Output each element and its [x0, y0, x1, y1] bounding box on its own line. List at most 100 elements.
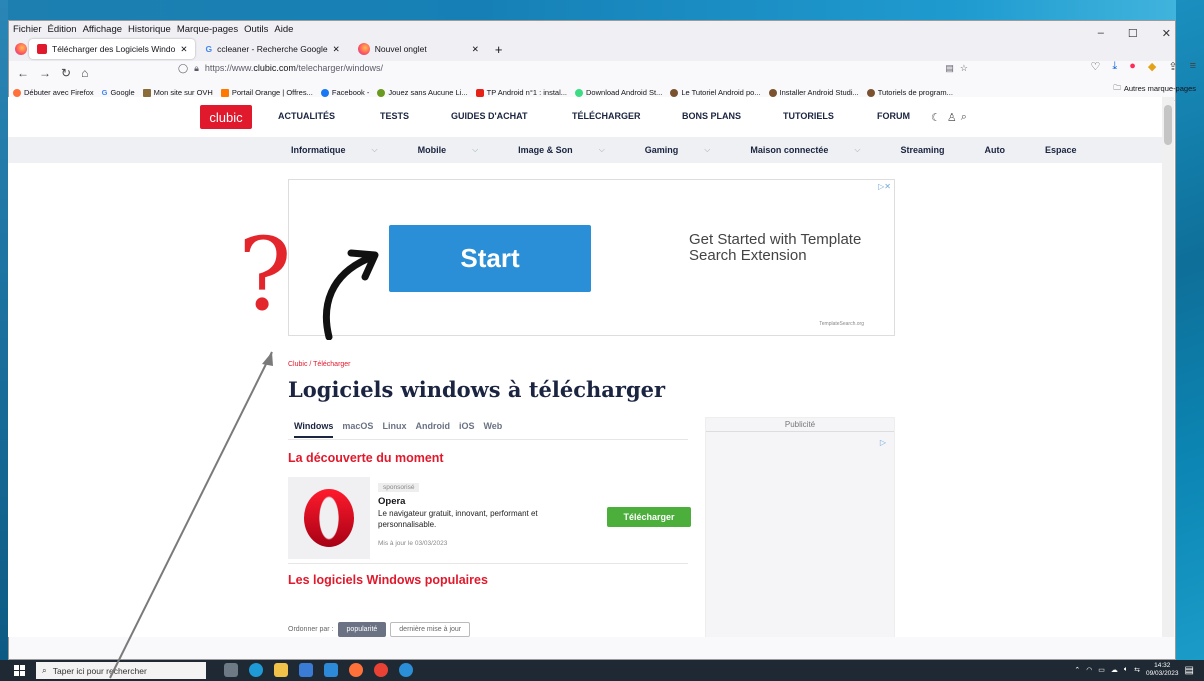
- download-icon[interactable]: ⤓: [1112, 60, 1117, 73]
- bookmark-item[interactable]: G Google: [102, 88, 135, 97]
- theme-toggle-icon[interactable]: ☾: [931, 111, 941, 124]
- tab-clubic[interactable]: Télécharger des Logiciels Windo ✕: [29, 39, 196, 59]
- bookmark-item[interactable]: Installer Android Studi...: [768, 88, 859, 97]
- sort-updated-button[interactable]: dernière mise à jour: [390, 622, 471, 637]
- subnav-auto[interactable]: Auto: [984, 145, 1025, 155]
- user-icon[interactable]: ♙: [947, 111, 957, 124]
- url-bar[interactable]: ◯ 🔒︎ https://www.clubic.com/telecharger/…: [178, 58, 968, 78]
- subnav-maison[interactable]: Maison connectée ⌵: [750, 145, 880, 155]
- bookmark-item[interactable]: Download Android St...: [575, 88, 662, 97]
- sidebar-ad[interactable]: Publicité ▷: [705, 417, 895, 637]
- firefox-icon[interactable]: [349, 663, 363, 677]
- search-icon[interactable]: ⌕: [961, 111, 967, 124]
- onedrive-icon[interactable]: ☁: [1111, 666, 1118, 674]
- reload-icon[interactable]: ↻: [61, 66, 71, 80]
- bookmark-item[interactable]: Portail Orange | Offres...: [220, 88, 313, 97]
- shield-icon[interactable]: ◯: [178, 63, 188, 74]
- nav-actualites[interactable]: ACTUALITÉS: [278, 111, 380, 124]
- subnav-informatique[interactable]: Informatique ⌵: [291, 145, 398, 155]
- ad-banner[interactable]: ▷✕ Start Get Started with Template Searc…: [288, 179, 895, 340]
- app-icon[interactable]: [399, 663, 413, 677]
- back-icon[interactable]: ←: [17, 66, 29, 80]
- lock-icon[interactable]: 🔒︎: [194, 63, 199, 74]
- network-icon[interactable]: ◠: [1086, 666, 1092, 674]
- bookmark-item[interactable]: Tutoriels de program...: [866, 88, 953, 97]
- tab-macos[interactable]: macOS: [342, 421, 373, 438]
- share-icon[interactable]: ⇪: [1168, 60, 1177, 73]
- subnav-gaming[interactable]: Gaming ⌵: [645, 145, 731, 155]
- url-text[interactable]: https://www.clubic.com/telecharger/windo…: [205, 63, 383, 73]
- windows-start-icon[interactable]: [14, 665, 25, 676]
- file-explorer-icon[interactable]: [274, 663, 288, 677]
- nav-tutoriels[interactable]: TUTORIELS: [783, 111, 877, 124]
- menu-icon[interactable]: ≡: [1190, 60, 1196, 73]
- bookmark-item[interactable]: TP Android n°1 : instal...: [475, 88, 567, 97]
- nav-guides[interactable]: GUIDES D'ACHAT: [451, 111, 572, 124]
- adchoices-icon[interactable]: ▷✕: [878, 182, 891, 191]
- store-icon[interactable]: [299, 663, 313, 677]
- extension-icon[interactable]: ◆: [1148, 60, 1156, 73]
- battery-icon[interactable]: ▭: [1098, 666, 1105, 674]
- sort-popularity-button[interactable]: popularité: [337, 622, 387, 637]
- subnav-image-son[interactable]: Image & Son ⌵: [518, 145, 625, 155]
- tray-chevron-icon[interactable]: ⌃: [1074, 666, 1080, 674]
- menu-view[interactable]: Affichage: [83, 24, 122, 35]
- tab-close-icon[interactable]: ✕: [472, 44, 479, 55]
- bookmark-item[interactable]: Jouez sans Aucune Li...: [377, 88, 468, 97]
- menu-bookmarks[interactable]: Marque-pages: [177, 24, 238, 35]
- nav-tests[interactable]: TESTS: [380, 111, 451, 124]
- edge-icon[interactable]: [249, 663, 263, 677]
- tab-web[interactable]: Web: [483, 421, 502, 438]
- opera-logo[interactable]: [288, 477, 370, 559]
- subnav-espace[interactable]: Espace: [1045, 145, 1097, 155]
- clubic-logo[interactable]: clubic: [200, 105, 252, 129]
- pocket-icon[interactable]: ♡: [1090, 60, 1100, 73]
- bookmark-item[interactable]: Débuter avec Firefox: [13, 88, 94, 97]
- breadcrumb[interactable]: Clubic / Télécharger: [288, 361, 351, 368]
- nav-telecharger[interactable]: TÉLÉCHARGER: [572, 111, 682, 124]
- tab-windows[interactable]: Windows: [294, 421, 334, 438]
- reader-view-icon[interactable]: ▤: [945, 63, 954, 74]
- menu-history[interactable]: Historique: [128, 24, 171, 35]
- page-scrollbar[interactable]: [1162, 97, 1174, 637]
- other-bookmarks[interactable]: 🗀︎ Autres marque-pages: [1113, 82, 1196, 95]
- subnav-mobile[interactable]: Mobile ⌵: [418, 145, 499, 155]
- clock[interactable]: 14:32 09/03/2023: [1146, 662, 1179, 678]
- system-tray: ⌃ ◠ ▭ ☁ 🔈︎ ⇆ 14:32 09/03/2023 ▤: [1074, 662, 1194, 678]
- new-tab-icon[interactable]: +: [495, 42, 503, 57]
- menu-edit[interactable]: Édition: [48, 24, 77, 35]
- language-icon[interactable]: ⇆: [1134, 666, 1140, 674]
- bookmark-item[interactable]: Mon site sur OVH: [142, 88, 213, 97]
- notification-icon[interactable]: ▤: [1185, 665, 1194, 676]
- subnav-streaming[interactable]: Streaming: [900, 145, 964, 155]
- tab-new[interactable]: Nouvel onglet ✕: [350, 39, 487, 59]
- menu-help[interactable]: Aide: [274, 24, 293, 35]
- forward-icon[interactable]: →: [39, 66, 51, 80]
- bookmark-item[interactable]: Le Tutoriel Android po...: [670, 88, 761, 97]
- tab-close-icon[interactable]: ✕: [333, 44, 340, 55]
- chrome-icon[interactable]: [374, 663, 388, 677]
- nav-bons-plans[interactable]: BONS PLANS: [682, 111, 783, 124]
- task-view-icon[interactable]: [224, 663, 238, 677]
- taskbar-search[interactable]: ⌕ Taper ici pour rechercher: [36, 662, 206, 679]
- download-button[interactable]: Télécharger: [607, 507, 691, 527]
- scrollbar-thumb[interactable]: [1164, 105, 1172, 145]
- mail-icon[interactable]: [324, 663, 338, 677]
- tab-ios[interactable]: iOS: [459, 421, 475, 438]
- home-icon[interactable]: ⌂: [81, 66, 88, 80]
- account-icon[interactable]: ●: [1129, 60, 1136, 73]
- tab-android[interactable]: Android: [415, 421, 450, 438]
- menu-tools[interactable]: Outils: [244, 24, 268, 35]
- ad-start-button[interactable]: Start: [389, 225, 591, 292]
- volume-icon[interactable]: 🔈︎: [1124, 666, 1128, 674]
- menu-file[interactable]: Fichier: [13, 24, 42, 35]
- bookmark-item[interactable]: Facebook -: [320, 88, 369, 97]
- adchoices-icon[interactable]: ▷: [880, 438, 886, 447]
- firefox-view-icon[interactable]: [15, 43, 27, 55]
- software-name[interactable]: Opera: [378, 496, 405, 507]
- tab-linux[interactable]: Linux: [382, 421, 406, 438]
- nav-forum[interactable]: FORUM: [877, 111, 931, 124]
- bookmark-star-icon[interactable]: ☆: [960, 63, 968, 74]
- tab-google[interactable]: G ccleaner - Recherche Google ✕: [197, 39, 347, 59]
- tab-close-icon[interactable]: ✕: [180, 44, 187, 55]
